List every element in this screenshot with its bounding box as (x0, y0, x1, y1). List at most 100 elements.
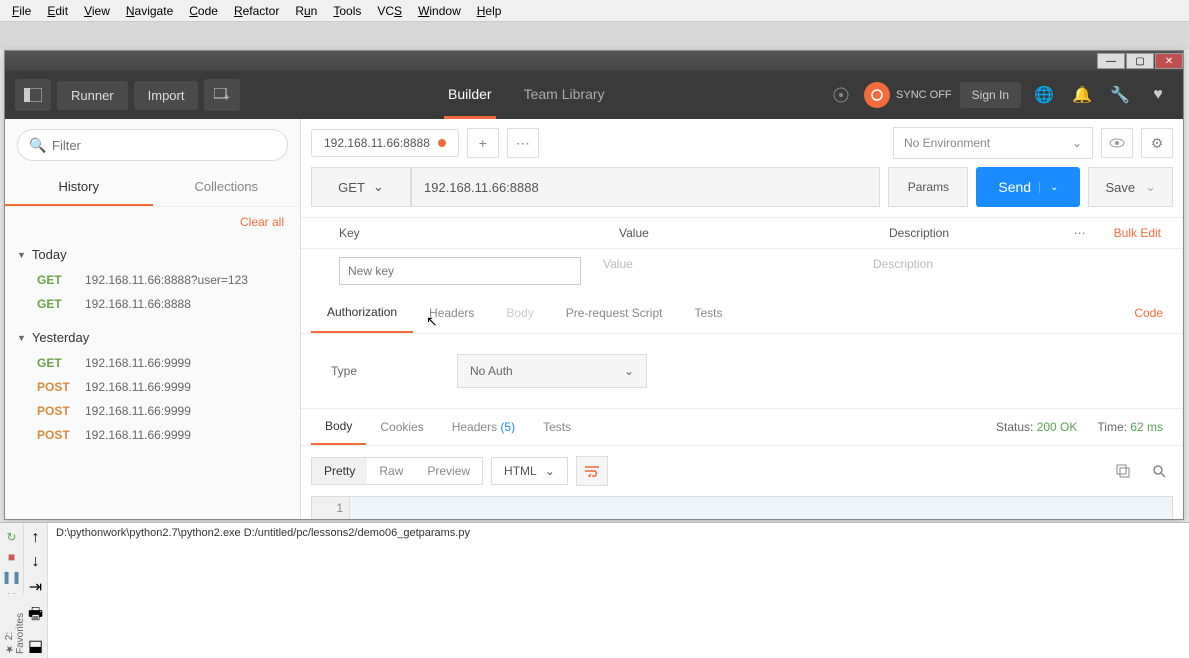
sync-status[interactable]: SYNC OFF (864, 82, 952, 108)
request-tab[interactable]: 192.168.11.66:8888 (311, 129, 459, 157)
view-pretty[interactable]: Pretty (312, 458, 367, 484)
toggle-sidebar-button[interactable] (15, 79, 51, 111)
filter-input[interactable] (17, 129, 288, 161)
wrap-icon[interactable]: ⇥ (29, 577, 42, 597)
code-link[interactable]: Code (1124, 306, 1173, 320)
clear-all-button[interactable]: Clear all (5, 207, 300, 237)
bulk-edit-button[interactable]: Bulk Edit (1102, 218, 1173, 248)
capture-icon[interactable] (826, 80, 856, 110)
menu-edit[interactable]: Edit (39, 2, 76, 20)
postman-window: — ▢ ✕ Runner Import + Builder Team Libra… (4, 50, 1184, 520)
import-button[interactable]: Import (134, 81, 199, 110)
search-icon: 🔍 (29, 137, 46, 154)
rerun-icon[interactable]: ↻ (4, 529, 20, 545)
tab-tests[interactable]: Tests (678, 294, 738, 332)
send-button[interactable]: Send ⌄ (976, 167, 1080, 207)
window-maximize-button[interactable]: ▢ (1126, 53, 1154, 69)
request-subtabs: Authorization Headers Body Pre-request S… (301, 293, 1183, 334)
bell-icon[interactable]: 🔔 (1067, 80, 1097, 110)
copy-button[interactable] (1109, 457, 1137, 485)
tab-builder[interactable]: Builder (444, 72, 496, 119)
response-body[interactable]: 1 (311, 496, 1173, 519)
down-icon[interactable]: ↓ (32, 553, 40, 571)
window-minimize-button[interactable]: — (1097, 53, 1125, 69)
menu-navigate[interactable]: Navigate (118, 2, 181, 20)
unsaved-dot-icon (438, 139, 446, 147)
history-item[interactable]: GET192.168.11.66:9999 (17, 351, 288, 375)
print-icon[interactable]: 🖶 (28, 603, 43, 630)
chevron-down-icon: ⌄ (545, 464, 555, 478)
resp-tab-body[interactable]: Body (311, 409, 366, 445)
runner-button[interactable]: Runner (57, 81, 128, 110)
gear-icon: ⚙ (1151, 135, 1164, 152)
search-response-button[interactable] (1145, 457, 1173, 485)
view-preview[interactable]: Preview (415, 458, 482, 484)
wrap-lines-button[interactable] (576, 456, 608, 486)
auth-type-label: Type (331, 364, 357, 378)
menu-run[interactable]: Run (287, 2, 325, 20)
tab-team-library[interactable]: Team Library (520, 72, 609, 119)
history-item[interactable]: POST192.168.11.66:9999 (17, 399, 288, 423)
chevron-down-icon: ⌄ (1072, 136, 1082, 150)
save-button[interactable]: Save ⌄ (1088, 167, 1173, 207)
menu-vcs[interactable]: VCS (369, 2, 410, 20)
new-tab-button[interactable]: + (204, 79, 240, 111)
history-item[interactable]: POST192.168.11.66:9999 (17, 423, 288, 447)
sidebar-icon (24, 88, 42, 102)
col-value: Value (591, 218, 861, 248)
tab-authorization[interactable]: Authorization (311, 293, 413, 333)
history-item[interactable]: GET192.168.11.66:8888?user=123 (17, 268, 288, 292)
auth-type-select[interactable]: No Auth ⌄ (457, 354, 647, 388)
tab-prerequest[interactable]: Pre-request Script (550, 294, 679, 332)
sidebar-tab-history[interactable]: History (5, 169, 153, 206)
env-preview-button[interactable] (1101, 128, 1133, 158)
pause-icon[interactable]: ❚❚ (4, 569, 20, 585)
globe-icon[interactable]: 🌐 (1029, 80, 1059, 110)
param-key-input[interactable] (339, 257, 581, 285)
menu-code[interactable]: Code (181, 2, 226, 20)
window-close-button[interactable]: ✕ (1155, 53, 1183, 69)
heart-icon[interactable]: ♥ (1143, 80, 1173, 110)
resp-tab-cookies[interactable]: Cookies (366, 410, 437, 444)
format-select[interactable]: HTML ⌄ (491, 457, 568, 485)
params-button[interactable]: Params (888, 167, 968, 207)
columns-options[interactable]: ⋯ (1046, 218, 1102, 248)
console-output[interactable]: D:\pythonwork\python2.7\python2.exe D:/u… (48, 523, 1189, 658)
menu-window[interactable]: Window (410, 2, 469, 20)
url-input[interactable] (412, 168, 879, 206)
resp-tab-tests[interactable]: Tests (529, 410, 585, 444)
menu-tools[interactable]: Tools (325, 2, 369, 20)
environment-select[interactable]: No Environment ⌄ (893, 127, 1093, 159)
signin-button[interactable]: Sign In (960, 82, 1021, 108)
method-select[interactable]: GET ⌄ (311, 167, 411, 207)
favorites-tool-window[interactable]: ★ 2: Favorites (2, 594, 28, 658)
up-icon[interactable]: ↑ (32, 529, 40, 547)
param-desc-placeholder[interactable]: Description (861, 249, 1173, 293)
menu-file[interactable]: File (4, 2, 39, 20)
window-titlebar: — ▢ ✕ (5, 51, 1183, 71)
scroll-icon[interactable]: ⬓ (28, 636, 43, 656)
view-raw[interactable]: Raw (367, 458, 415, 484)
history-group-today[interactable]: ▼Today (17, 241, 288, 268)
tab-options-button[interactable]: ⋯ (507, 128, 539, 158)
menu-refactor[interactable]: Refactor (226, 2, 287, 20)
param-value-placeholder[interactable]: Value (591, 249, 861, 293)
status-badge: Status: 200 OK (986, 420, 1087, 434)
new-tab-icon: + (214, 88, 230, 102)
resp-tab-headers[interactable]: Headers (5) (438, 410, 529, 444)
line-number: 1 (312, 497, 350, 519)
sidebar-tab-collections[interactable]: Collections (153, 169, 301, 206)
settings-button[interactable]: ⚙ (1141, 128, 1173, 158)
add-tab-button[interactable]: + (467, 128, 499, 158)
wrench-icon[interactable]: 🔧 (1105, 80, 1135, 110)
menu-help[interactable]: Help (469, 2, 510, 20)
ide-console: ↻ ■ ❚❚ ✕ » ↑ ↓ ⇥ 🖶 ⬓ D:\pythonwork\pytho… (0, 522, 1189, 658)
history-item[interactable]: GET192.168.11.66:8888 (17, 292, 288, 316)
tab-body[interactable]: Body (490, 294, 549, 332)
tab-headers[interactable]: Headers (413, 294, 490, 332)
menu-view[interactable]: View (76, 2, 118, 20)
history-group-yesterday[interactable]: ▼Yesterday (17, 324, 288, 351)
history-item[interactable]: POST192.168.11.66:9999 (17, 375, 288, 399)
eye-icon (1109, 137, 1125, 149)
stop-icon[interactable]: ■ (4, 549, 20, 565)
